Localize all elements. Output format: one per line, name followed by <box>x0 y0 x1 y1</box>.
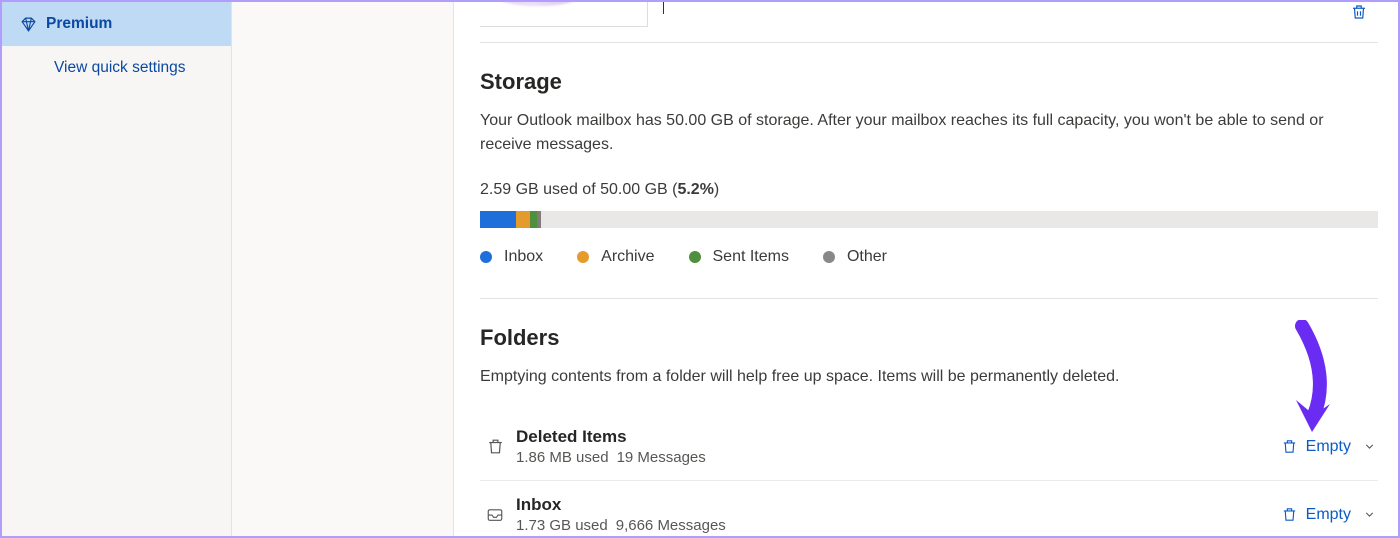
sidebar-item-quick-settings[interactable]: View quick settings <box>2 46 231 90</box>
storage-legend: Inbox Archive Sent Items Other <box>480 248 1378 266</box>
folder-name: Deleted Items <box>516 427 1279 447</box>
folder-row-inbox: Inbox 1.73 GB used9,666 Messages Empty <box>480 481 1378 536</box>
usage-segment-sent <box>530 211 537 228</box>
secondary-nav-column <box>232 2 454 536</box>
inbox-icon <box>480 506 510 524</box>
trash-icon <box>480 436 510 457</box>
folders-description: Emptying contents from a folder will hel… <box>480 365 1378 389</box>
settings-sidebar: Premium View quick settings <box>2 2 232 536</box>
storage-heading: Storage <box>480 69 1378 95</box>
dot-icon <box>480 251 492 263</box>
sidebar-item-label: Premium <box>46 15 112 33</box>
chevron-down-icon <box>1363 508 1376 521</box>
legend-other: Other <box>823 248 887 266</box>
trash-icon <box>1281 505 1298 524</box>
trash-icon <box>1281 437 1298 456</box>
account-avatar-card[interactable] <box>480 2 648 27</box>
empty-label: Empty <box>1306 438 1351 456</box>
main-content: Storage Your Outlook mailbox has 50.00 G… <box>454 2 1398 536</box>
empty-folder-button[interactable]: Empty <box>1279 433 1378 460</box>
delete-account-card-button[interactable] <box>1350 2 1368 22</box>
folder-info: Deleted Items 1.86 MB used19 Messages <box>510 427 1279 466</box>
diamond-icon <box>20 16 46 33</box>
sidebar-item-label: View quick settings <box>54 59 186 77</box>
legend-inbox: Inbox <box>480 248 543 266</box>
dot-icon <box>823 251 835 263</box>
folders-section: Folders Emptying contents from a folder … <box>480 298 1378 536</box>
legend-archive: Archive <box>577 248 654 266</box>
empty-label: Empty <box>1306 506 1351 524</box>
empty-folder-button[interactable]: Empty <box>1279 501 1378 528</box>
storage-usage-line: 2.59 GB used of 50.00 GB (5.2%) <box>480 181 1378 199</box>
usage-segment-inbox <box>480 211 516 228</box>
folder-row-deleted-items: Deleted Items 1.86 MB used19 Messages Em… <box>480 413 1378 481</box>
dot-icon <box>577 251 589 263</box>
account-card-row <box>480 2 1378 32</box>
folder-info: Inbox 1.73 GB used9,666 Messages <box>510 495 1279 534</box>
legend-sent: Sent Items <box>689 248 789 266</box>
text-cursor <box>663 2 664 14</box>
chevron-down-icon <box>1363 440 1376 453</box>
sidebar-item-premium[interactable]: Premium <box>2 2 231 46</box>
storage-description: Your Outlook mailbox has 50.00 GB of sto… <box>480 109 1378 157</box>
usage-segment-archive <box>516 211 530 228</box>
storage-usage-bar <box>480 211 1378 228</box>
folder-name: Inbox <box>516 495 1279 515</box>
dot-icon <box>689 251 701 263</box>
storage-section: Storage Your Outlook mailbox has 50.00 G… <box>480 42 1378 266</box>
folder-meta: 1.86 MB used19 Messages <box>516 449 1279 466</box>
folder-meta: 1.73 GB used9,666 Messages <box>516 517 1279 534</box>
folders-heading: Folders <box>480 325 1378 351</box>
usage-segment-other <box>537 211 541 228</box>
